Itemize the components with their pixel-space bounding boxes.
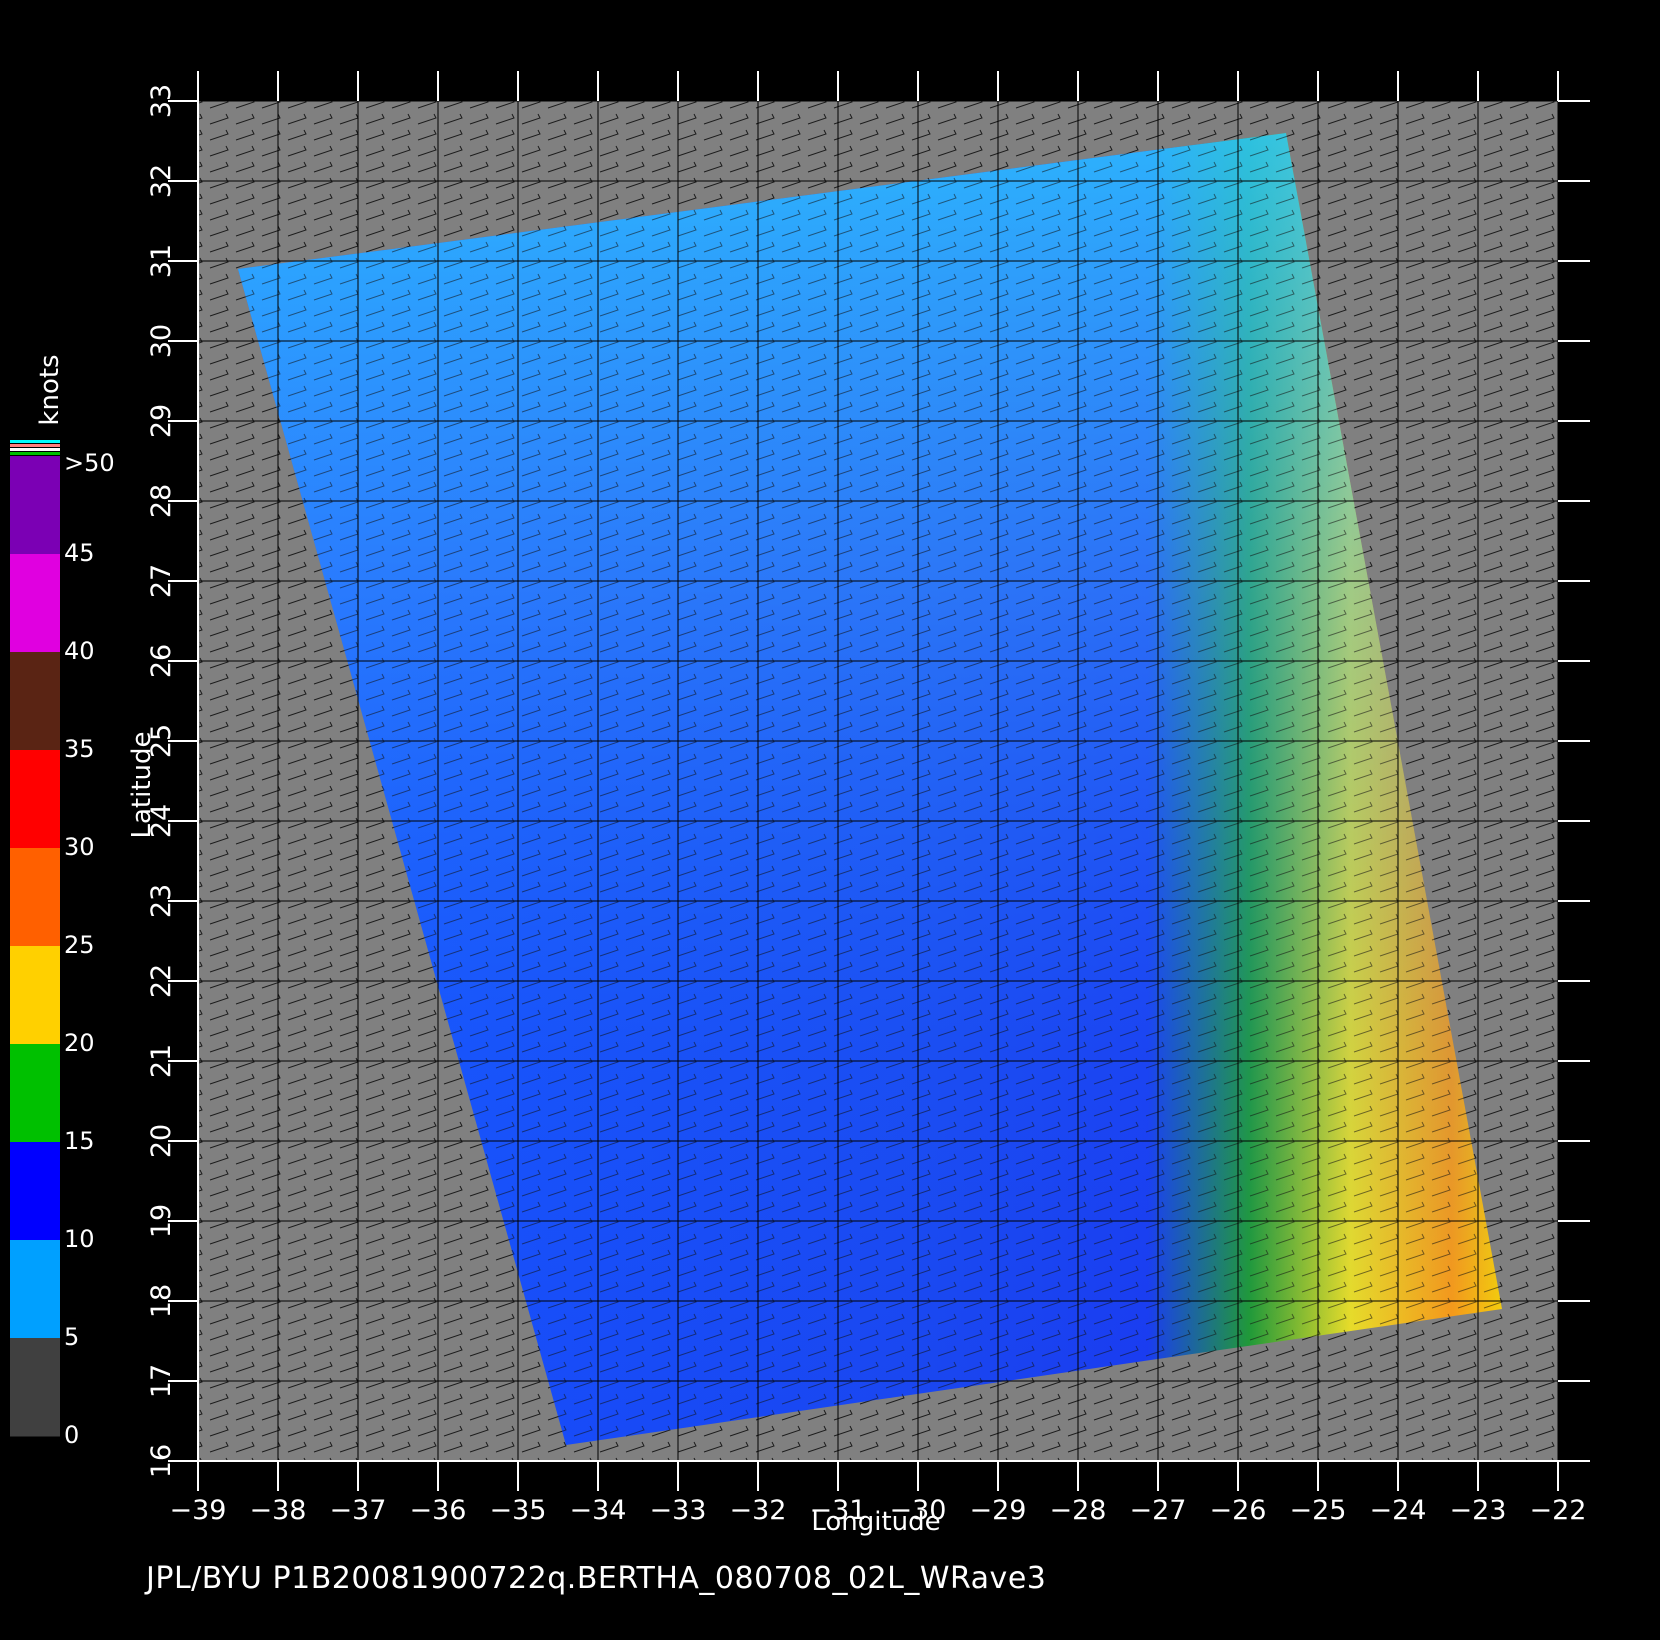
y-axis-label: Latitude [127,731,157,838]
x-tick-label: −22 [1530,1495,1587,1526]
y-tick-label: 33 [146,84,177,118]
colorbar-label: 45 [64,539,95,567]
wind-speed-map: −39 −38 −37 −36 −35 −34 −33 −32 −31 −30 −29 −28 −27−… [10,71,1590,1537]
colorbar-label: 40 [64,637,95,665]
y-tick-label: 20 [146,1124,177,1158]
y-tick-label: 23 [146,884,177,918]
y-tick-label: 19 [146,1204,177,1238]
colorbar-label: >50 [64,449,115,477]
colorbar-segment [10,848,60,947]
y-tick-label: 18 [146,1284,177,1318]
plot-area [197,100,1559,1462]
colorbar-label: 35 [64,735,95,763]
x-tick-label: −39 [170,1495,227,1526]
y-tick-label: 27 [146,564,177,598]
colorbar-segment [10,1338,60,1437]
colorbar-segment [10,946,60,1045]
colorbar-label: 25 [64,931,95,959]
x-tick-label: −23 [1450,1495,1507,1526]
x-tick-label: −28 [1050,1495,1107,1526]
y-tick-label: 29 [146,404,177,438]
colorbar-cap-stripe [10,448,60,451]
x-tick-label: −33 [650,1495,707,1526]
x-tick-label: −27 [1130,1495,1187,1526]
colorbar-label: 10 [64,1225,95,1253]
x-tick-label: −25 [1290,1495,1347,1526]
colorbar-cap-stripe [10,444,60,447]
colorbar-segment [10,456,60,555]
x-axis-label: Longitude [811,1507,940,1537]
colorbar-label: 5 [64,1323,79,1351]
colorbar-unit-label: knots [35,354,65,425]
y-tick-label: 28 [146,484,177,518]
colorbar: >50 45 40 35 30 25 20 15 10 5 0 [10,440,115,1449]
y-tick-label: 17 [146,1364,177,1398]
colorbar-label: 15 [64,1127,95,1155]
colorbar-cap-stripe [10,452,60,455]
x-tick-label: −34 [570,1495,627,1526]
colorbar-segment [10,1142,60,1241]
colorbar-label: 30 [64,833,95,861]
x-tick-label: −29 [970,1495,1027,1526]
footer-caption: JPL/BYU P1B20081900722q.BERTHA_080708_02… [146,1561,1047,1596]
colorbar-cap-stripe [10,440,60,443]
colorbar-segment [10,1044,60,1143]
y-tick-label: 21 [146,1044,177,1078]
x-tick-label: −37 [330,1495,387,1526]
colorbar-segment [10,554,60,653]
y-tick-label: 32 [146,164,177,198]
x-tick-label: −24 [1370,1495,1427,1526]
colorbar-segment [10,750,60,849]
x-tick-label: −26 [1210,1495,1267,1526]
x-tick-label: −38 [250,1495,307,1526]
y-tick-label: 31 [146,244,177,278]
colorbar-label: 0 [64,1421,79,1449]
colorbar-segment [10,652,60,751]
x-tick-label: −32 [730,1495,787,1526]
colorbar-segment [10,1240,60,1339]
x-tick-label: −35 [490,1495,547,1526]
x-tick-label: −36 [410,1495,467,1526]
y-tick-label: 30 [146,324,177,358]
y-tick-label: 22 [146,964,177,998]
y-tick-label: 26 [146,644,177,678]
colorbar-label: 20 [64,1029,95,1057]
